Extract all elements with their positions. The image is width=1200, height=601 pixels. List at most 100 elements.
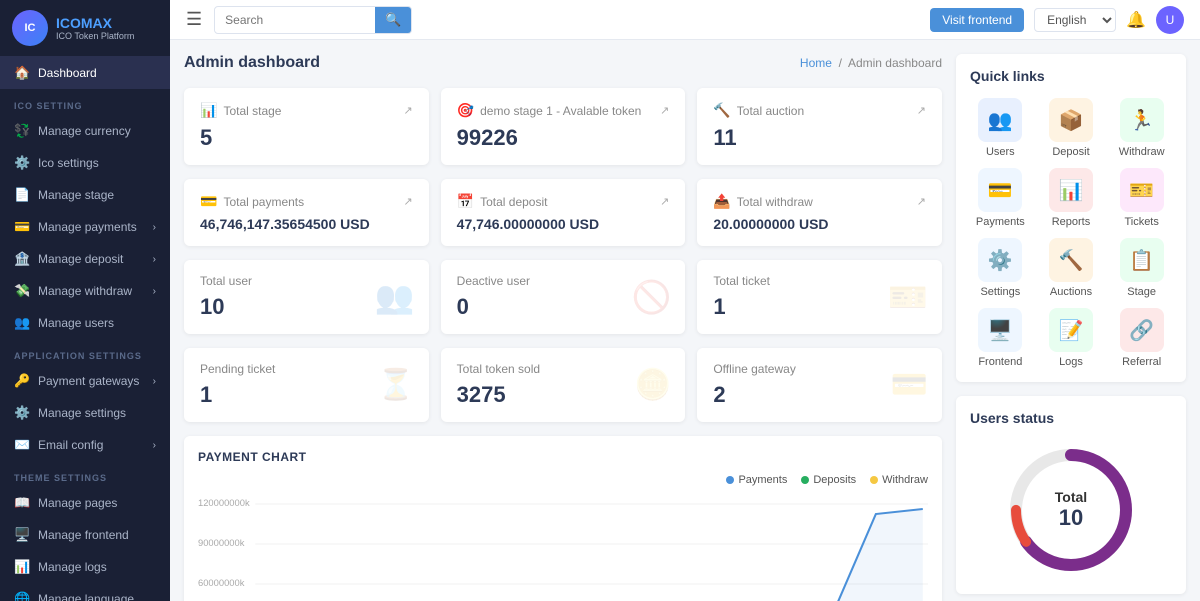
payments-icon: 💳 bbox=[978, 168, 1022, 212]
search-button[interactable]: 🔍 bbox=[375, 7, 411, 33]
email-config-icon: ✉️ bbox=[14, 437, 30, 453]
quick-link-tickets[interactable]: 🎫 Tickets bbox=[1111, 168, 1172, 228]
manage-pages-icon: 📖 bbox=[14, 495, 30, 511]
sidebar-item-manage-payments[interactable]: 💳 Manage payments › bbox=[0, 211, 170, 243]
sidebar-item-payment-gateways[interactable]: 🔑 Payment gateways › bbox=[0, 365, 170, 397]
page-title: Admin dashboard bbox=[184, 54, 320, 72]
breadcrumb-row: Admin dashboard Home / Admin dashboard bbox=[184, 54, 942, 72]
sidebar-item-manage-stage[interactable]: 📄 Manage stage bbox=[0, 179, 170, 211]
sidebar-item-label: Manage logs bbox=[38, 560, 107, 574]
users-status-title: Users status bbox=[970, 410, 1054, 426]
deactive-user-card: Deactive user 0 🚫 bbox=[441, 260, 686, 334]
sidebar-item-manage-frontend[interactable]: 🖥️ Manage frontend bbox=[0, 519, 170, 551]
quick-link-frontend[interactable]: 🖥️ Frontend bbox=[970, 308, 1031, 368]
ql-label-referral: Referral bbox=[1122, 356, 1161, 368]
donut-total-value: 10 bbox=[1055, 505, 1087, 531]
legend-withdraw: Withdraw bbox=[870, 474, 928, 486]
sidebar-item-manage-pages[interactable]: 📖 Manage pages bbox=[0, 487, 170, 519]
legend-dot bbox=[801, 476, 809, 484]
chart-area: 120000000k 90000000k 60000000k 30000000k… bbox=[198, 494, 928, 601]
quick-link-settings[interactable]: ⚙️ Settings bbox=[970, 238, 1031, 298]
sidebar-item-manage-withdraw[interactable]: 💸 Manage withdraw › bbox=[0, 275, 170, 307]
quick-link-payments[interactable]: 💳 Payments bbox=[970, 168, 1031, 228]
avatar[interactable]: U bbox=[1156, 6, 1184, 34]
quick-links-title: Quick links bbox=[970, 68, 1172, 84]
sidebar-item-label: Manage withdraw bbox=[38, 284, 132, 298]
sidebar-item-manage-deposit[interactable]: 🏦 Manage deposit › bbox=[0, 243, 170, 275]
quick-link-logs[interactable]: 📝 Logs bbox=[1041, 308, 1102, 368]
right-column: Quick links 👥 Users 📦 Deposit 🏃 Withdraw… bbox=[956, 54, 1186, 601]
total-stage-value: 5 bbox=[200, 125, 413, 151]
users-icon: 👥 bbox=[978, 98, 1022, 142]
stats-row-1: 📊Total stage ↗ 5 🎯demo stage 1 - Avalabl… bbox=[184, 88, 942, 165]
sidebar-item-label: Manage settings bbox=[38, 406, 126, 420]
breadcrumb-home[interactable]: Home bbox=[800, 56, 832, 70]
sidebar-item-manage-currency[interactable]: 💱 Manage currency bbox=[0, 115, 170, 147]
total-deposit-link[interactable]: ↗ bbox=[660, 195, 669, 208]
quick-link-referral[interactable]: 🔗 Referral bbox=[1111, 308, 1172, 368]
arrow-icon: › bbox=[153, 286, 156, 297]
ql-label-users: Users bbox=[986, 146, 1015, 158]
pending-ticket-card: Pending ticket 1 ⏳ bbox=[184, 348, 429, 422]
total-auction-value: 11 bbox=[713, 125, 926, 151]
total-withdraw-card: 📤Total withdraw ↗ 20.00000000 USD bbox=[697, 179, 942, 246]
manage-withdraw-icon: 💸 bbox=[14, 283, 30, 299]
sidebar-item-ico-settings[interactable]: ⚙️ Ico settings bbox=[0, 147, 170, 179]
sidebar-item-label: Payment gateways bbox=[38, 374, 139, 388]
sidebar-item-manage-settings[interactable]: ⚙️ Manage settings bbox=[0, 397, 170, 429]
total-withdraw-link[interactable]: ↗ bbox=[917, 195, 926, 208]
chart-svg: 120000000k 90000000k 60000000k 30000000k… bbox=[198, 494, 928, 601]
donut-total-label: Total bbox=[1055, 489, 1087, 505]
token-bg-icon: 🪙 bbox=[634, 368, 671, 403]
ql-label-payments: Payments bbox=[976, 216, 1025, 228]
total-payments-card: 💳Total payments ↗ 46,746,147.35654500 US… bbox=[184, 179, 429, 246]
quick-link-auctions[interactable]: 🔨 Auctions bbox=[1041, 238, 1102, 298]
demo-stage-value: 99226 bbox=[457, 125, 670, 151]
search-input[interactable] bbox=[215, 9, 375, 31]
ql-label-tickets: Tickets bbox=[1124, 216, 1158, 228]
donut-chart: Total 10 bbox=[1001, 440, 1141, 580]
manage-frontend-icon: 🖥️ bbox=[14, 527, 30, 543]
sidebar-item-manage-logs[interactable]: 📊 Manage logs bbox=[0, 551, 170, 583]
legend-deposits: Deposits bbox=[801, 474, 856, 486]
breadcrumb-current: Admin dashboard bbox=[848, 56, 942, 70]
frontend-icon: 🖥️ bbox=[978, 308, 1022, 352]
quick-link-withdraw[interactable]: 🏃 Withdraw bbox=[1111, 98, 1172, 158]
total-stage-link[interactable]: ↗ bbox=[403, 104, 412, 117]
quick-link-reports[interactable]: 📊 Reports bbox=[1041, 168, 1102, 228]
chart-title: PAYMENT CHART bbox=[198, 450, 928, 464]
sidebar-item-email-config[interactable]: ✉️ Email config › bbox=[0, 429, 170, 461]
sidebar-section-label: ICO SETTING bbox=[0, 89, 170, 115]
sidebar-item-label: Manage language bbox=[38, 592, 134, 601]
sidebar-section-label: APPLICATION SETTINGS bbox=[0, 339, 170, 365]
total-deposit-value: 47,746.00000000 USD bbox=[457, 216, 670, 232]
brand-icon: IC bbox=[12, 10, 48, 46]
quick-link-users[interactable]: 👥 Users bbox=[970, 98, 1031, 158]
stage-icon: 📊 bbox=[200, 102, 217, 119]
demo-stage-link[interactable]: ↗ bbox=[660, 104, 669, 117]
manage-users-icon: 👥 bbox=[14, 315, 30, 331]
breadcrumb: Home / Admin dashboard bbox=[800, 56, 942, 70]
quick-link-stage[interactable]: 📋 Stage bbox=[1111, 238, 1172, 298]
quick-links-grid: 👥 Users 📦 Deposit 🏃 Withdraw 💳 Payments … bbox=[970, 98, 1172, 368]
dashboard-icon: 🏠 bbox=[14, 65, 30, 81]
gateway-bg-icon: 💳 bbox=[891, 368, 928, 403]
quick-link-deposit[interactable]: 📦 Deposit bbox=[1041, 98, 1102, 158]
payment-gateways-icon: 🔑 bbox=[14, 373, 30, 389]
visit-frontend-button[interactable]: Visit frontend bbox=[930, 8, 1024, 32]
sidebar-item-manage-users[interactable]: 👥 Manage users bbox=[0, 307, 170, 339]
sidebar-item-manage-language[interactable]: 🌐 Manage language bbox=[0, 583, 170, 601]
sidebar-item-dashboard[interactable]: 🏠Dashboard bbox=[0, 57, 170, 89]
notification-icon[interactable]: 🔔 bbox=[1126, 10, 1146, 30]
stats-row-2: 💳Total payments ↗ 46,746,147.35654500 US… bbox=[184, 179, 942, 246]
hamburger-icon[interactable]: ☰ bbox=[186, 9, 202, 30]
svg-text:60000000k: 60000000k bbox=[198, 578, 245, 588]
sidebar-item-label: Manage frontend bbox=[38, 528, 129, 542]
total-auction-card: 🔨Total auction ↗ 11 bbox=[697, 88, 942, 165]
pending-bg-icon: ⏳ bbox=[377, 368, 414, 403]
language-select[interactable]: EnglishFrenchSpanishArabic bbox=[1034, 8, 1116, 32]
total-auction-link[interactable]: ↗ bbox=[917, 104, 926, 117]
total-payments-link[interactable]: ↗ bbox=[403, 195, 412, 208]
total-token-sold-card: Total token sold 3275 🪙 bbox=[441, 348, 686, 422]
manage-logs-icon: 📊 bbox=[14, 559, 30, 575]
